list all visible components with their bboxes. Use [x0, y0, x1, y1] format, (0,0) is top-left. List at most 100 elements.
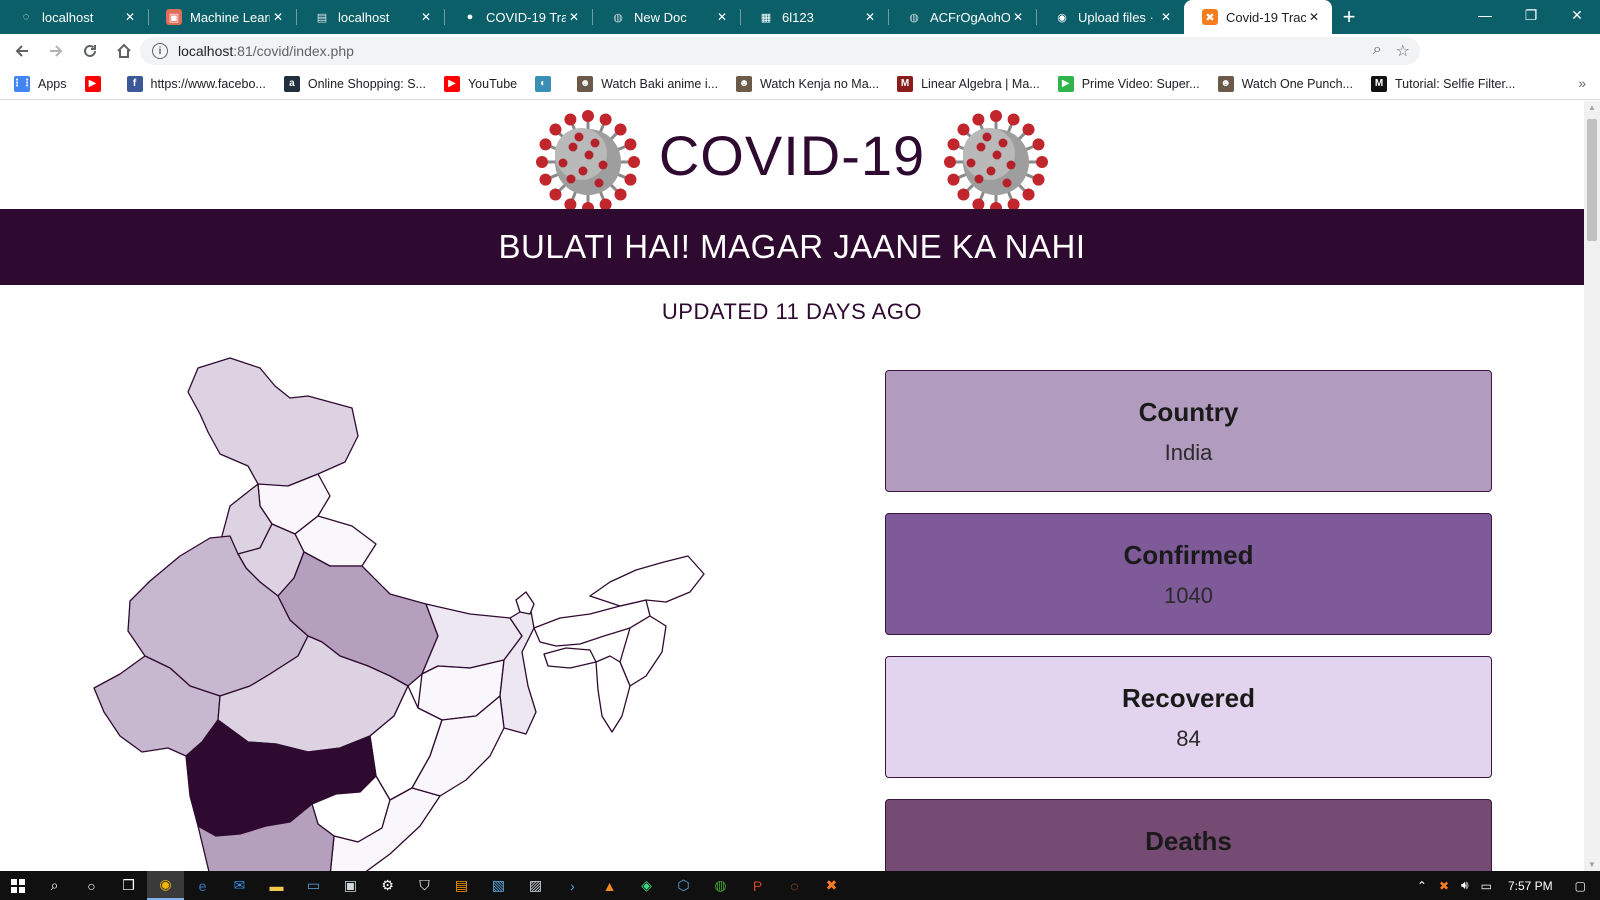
powerpoint-icon[interactable]: P: [739, 871, 776, 900]
stat-label: Confirmed: [1123, 540, 1254, 570]
browser-tab[interactable]: ✖ Covid-19 Tracker✕: [1184, 0, 1332, 34]
mail-taskbar-icon[interactable]: ✉: [221, 871, 258, 900]
bookmark-item[interactable]: ⋮⋮ Apps: [12, 75, 67, 92]
bookmark-label: Watch Kenja no Ma...: [760, 76, 880, 91]
bookmark-item[interactable]: M Tutorial: Selfie Filter...: [1370, 75, 1515, 92]
home-icon: [117, 43, 131, 58]
bookmark-item[interactable]: ▶: [84, 75, 109, 92]
store-taskbar-icon[interactable]: ▣: [332, 871, 369, 900]
cortana-icon[interactable]: ○: [73, 871, 110, 900]
scroll-up-icon[interactable]: ▲: [1588, 103, 1596, 112]
amazon-icon: a: [283, 75, 300, 92]
zoom-icon[interactable]: ⌕: [1373, 41, 1382, 61]
page-scrollbar[interactable]: ▲ ▼: [1584, 101, 1600, 871]
back-button[interactable]: [6, 35, 38, 67]
monitor-taskbar-icon[interactable]: ▭: [295, 871, 332, 900]
browser-tab[interactable]: ▤ localhost ✕: [296, 0, 444, 34]
bookmarks-overflow-icon[interactable]: »: [1578, 75, 1586, 91]
map-state-arunachal[interactable]: [589, 555, 705, 607]
close-tab-icon[interactable]: ✕: [1158, 9, 1174, 25]
map-state-sikkim[interactable]: [515, 591, 535, 615]
file-explorer-icon[interactable]: ▬: [258, 871, 295, 900]
browser-tab[interactable]: ◍ ACFrOgAohO-lB✕: [888, 0, 1036, 34]
bookmark-item[interactable]: ☻ Watch Kenja no Ma...: [736, 75, 880, 92]
bookmark-item[interactable]: ▶ YouTube: [443, 75, 518, 92]
search-icon[interactable]: ⌕: [36, 871, 73, 900]
remote-desktop-icon[interactable]: ▨: [517, 871, 554, 900]
close-tab-icon[interactable]: ✕: [566, 9, 582, 25]
tab-title: localhost: [338, 9, 390, 25]
close-tab-icon[interactable]: ✕: [270, 9, 286, 25]
clock[interactable]: 7:57 PM: [1508, 879, 1553, 893]
stat-label: Deaths: [1145, 826, 1232, 856]
settings-gear-icon[interactable]: ⚙: [369, 871, 406, 900]
medium-icon: M: [1370, 75, 1387, 92]
bookmark-item[interactable]: ◐: [535, 75, 559, 92]
close-tab-icon[interactable]: ✕: [1306, 9, 1322, 25]
browser-tab[interactable]: ▣ Machine Learnin✕: [148, 0, 296, 34]
bookmark-label: Prime Video: Super...: [1081, 76, 1200, 91]
window-controls: — ❐ ✕: [1462, 0, 1600, 30]
scroll-down-icon[interactable]: ▼: [1588, 860, 1596, 869]
sublime-taskbar-icon[interactable]: ▤: [443, 871, 480, 900]
bookmark-item[interactable]: ☻ Watch One Punch...: [1217, 75, 1353, 92]
close-tab-icon[interactable]: ✕: [418, 9, 434, 25]
forward-button[interactable]: [40, 35, 72, 67]
browser-tab[interactable]: ◉ Upload files · ga✕: [1036, 0, 1184, 34]
bookmark-item[interactable]: M Linear Algebra | Ma...: [897, 75, 1040, 92]
minimize-button[interactable]: —: [1462, 0, 1508, 30]
address-bar[interactable]: i localhost:81/covid/index.php ⌕ ☆: [140, 37, 1420, 65]
map-state-meghalaya[interactable]: [543, 647, 597, 669]
edge-taskbar-icon[interactable]: e: [184, 871, 221, 900]
volume-icon[interactable]: 🔊︎: [1461, 878, 1469, 893]
tray-overflow-icon[interactable]: ⌃: [1417, 879, 1427, 893]
mit-ocw-icon: M: [897, 75, 914, 92]
vlc-icon[interactable]: ▲: [591, 871, 628, 900]
stat-label: Recovered: [1122, 683, 1255, 713]
github-icon: ◉: [1057, 11, 1067, 24]
xampp-taskbar-icon[interactable]: ✖: [813, 871, 850, 900]
restore-button[interactable]: ❐: [1508, 0, 1554, 30]
close-tab-icon[interactable]: ✕: [862, 9, 878, 25]
browser-toolbar: i localhost:81/covid/index.php ⌕ ☆ ••• K…: [0, 34, 1600, 94]
browser-tab[interactable]: ▦ 6l123 ✕: [740, 0, 888, 34]
bookmark-item[interactable]: ☻ Watch Baki anime i...: [577, 75, 718, 92]
arrow-right-icon: [50, 45, 63, 57]
site-info-icon[interactable]: i: [152, 43, 168, 59]
network-icon[interactable]: ▭: [1481, 879, 1492, 893]
close-tab-icon[interactable]: ✕: [1010, 9, 1026, 25]
powershell-icon[interactable]: ›: [554, 871, 591, 900]
new-tab-button[interactable]: +: [1332, 0, 1366, 34]
india-choropleth-map: [93, 357, 705, 871]
reload-button[interactable]: [74, 35, 106, 67]
youtube-icon: ▶: [443, 75, 460, 92]
notifications-icon[interactable]: ▢: [1575, 879, 1586, 893]
map-state-jammu-kashmir[interactable]: [187, 357, 359, 489]
windows-taskbar: ⌕ ○ ❒ ◉ e ✉ ▬ ▭ ▣ ⚙ ⛉ ▤ ▧ ▨ › ▲ ◈ ⬡ ◍ P …: [0, 871, 1600, 900]
bookmark-label: YouTube: [467, 76, 518, 91]
virtualbox-icon[interactable]: ⬡: [665, 871, 702, 900]
bookmark-item[interactable]: f https://www.facebo...: [126, 75, 266, 92]
browser-tab[interactable]: ● COVID-19 Tracke✕: [444, 0, 592, 34]
browser-tab[interactable]: ◌ localhost ✕: [0, 0, 148, 34]
task-view-icon[interactable]: ❒: [110, 871, 147, 900]
bookmark-item[interactable]: ▶ Prime Video: Super...: [1057, 75, 1200, 92]
browser-tab[interactable]: ◍ New Doc ✕: [592, 0, 740, 34]
arrow-left-icon: [15, 45, 28, 57]
bookmark-item[interactable]: a Online Shopping: S...: [283, 75, 426, 92]
stat-value: India: [1164, 440, 1213, 465]
home-button[interactable]: [108, 35, 140, 67]
scrollbar-thumb[interactable]: [1587, 119, 1597, 241]
tray-xampp-icon[interactable]: ✖: [1439, 879, 1449, 893]
windows-start-icon[interactable]: [0, 871, 36, 900]
bookmark-star-icon[interactable]: ☆: [1396, 41, 1410, 61]
anaconda-icon[interactable]: ◍: [702, 871, 739, 900]
close-tab-icon[interactable]: ✕: [122, 9, 138, 25]
jupyter-icon[interactable]: ◌: [776, 871, 813, 900]
photos-taskbar-icon[interactable]: ▧: [480, 871, 517, 900]
shield-icon[interactable]: ⛉: [406, 871, 443, 900]
android-studio-icon[interactable]: ◈: [628, 871, 665, 900]
chrome-taskbar-icon[interactable]: ◉: [147, 871, 184, 900]
close-window-button[interactable]: ✕: [1554, 0, 1600, 30]
close-tab-icon[interactable]: ✕: [714, 9, 730, 25]
